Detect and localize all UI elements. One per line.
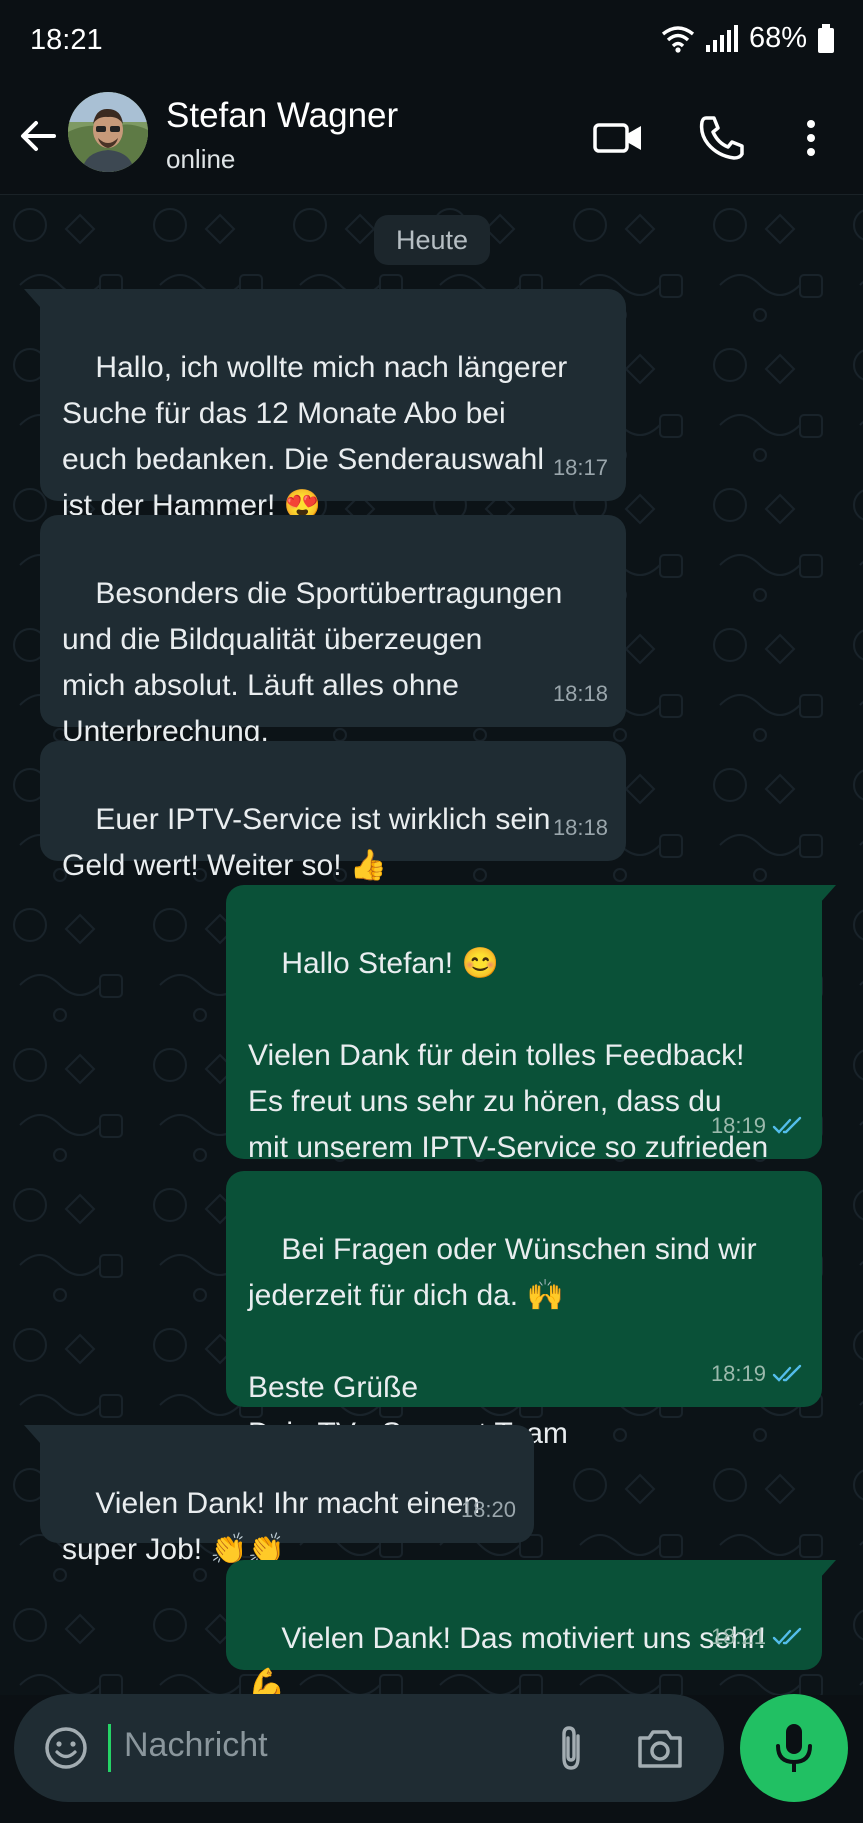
message-meta: 18:19 (711, 1351, 804, 1397)
double-check-icon (772, 1364, 802, 1382)
bubble-tail (820, 1560, 836, 1578)
double-check-icon (772, 1116, 802, 1134)
status-icons: 68% (661, 22, 835, 55)
text-cursor (108, 1724, 111, 1772)
double-check-icon (772, 1627, 802, 1645)
arrow-left-icon[interactable] (16, 114, 60, 158)
message-time: 18:17 (552, 455, 608, 480)
date-chip: Heute (374, 215, 490, 265)
message-incoming[interactable]: Besonders die Sportübertragungen und die… (40, 515, 626, 748)
message-outgoing[interactable]: Bei Fragen oder Wünschen sind wir jederz… (226, 1171, 822, 1450)
message-composer[interactable]: Nachricht (14, 1694, 724, 1802)
status-bar: 18:21 68% (0, 0, 863, 84)
phone-icon[interactable] (696, 112, 748, 164)
camera-icon[interactable] (634, 1724, 686, 1772)
message-meta: 18:20 (461, 1487, 516, 1533)
message-outgoing[interactable]: Hallo Stefan! 😊 Vielen Dank für dein tol… (226, 885, 822, 1210)
contact-name[interactable]: Stefan Wagner (166, 96, 398, 136)
battery-icon (818, 23, 834, 53)
message-text: Besonders die Sportübertragungen und die… (62, 577, 563, 748)
more-vertical-icon[interactable] (785, 112, 825, 164)
message-time: 18:18 (552, 681, 608, 706)
bubble-tail (24, 1425, 40, 1443)
microphone-icon (776, 1724, 812, 1772)
message-input[interactable]: Nachricht (124, 1726, 268, 1765)
message-meta: 18:17 (553, 445, 608, 491)
message-meta: 18:21 (711, 1614, 804, 1660)
contact-status: online (166, 144, 236, 174)
message-time: 18:19 (710, 1361, 766, 1386)
chat-area[interactable]: Heute Hallo, ich wollte mich nach länger… (0, 195, 863, 1695)
signal-icon (705, 24, 738, 52)
status-time: 18:21 (30, 24, 103, 56)
video-call-icon[interactable] (592, 112, 644, 164)
message-time: 18:20 (460, 1497, 516, 1522)
paperclip-icon[interactable] (548, 1722, 594, 1774)
bubble-tail (24, 289, 40, 307)
message-incoming[interactable]: Vielen Dank! Ihr macht einen super Job! … (40, 1425, 534, 1566)
wifi-icon (661, 25, 695, 53)
chat-header: Stefan Wagner online (0, 84, 863, 195)
message-incoming[interactable]: Euer IPTV-Service ist wirklich sein Geld… (40, 741, 626, 882)
message-meta: 18:19 (711, 1103, 804, 1149)
voice-message-button[interactable] (740, 1694, 848, 1802)
bubble-tail (820, 885, 836, 903)
message-text: Hallo, ich wollte mich nach längerer Suc… (62, 351, 568, 522)
message-meta: 18:18 (553, 805, 608, 851)
message-time: 18:21 (710, 1624, 766, 1649)
message-time: 18:19 (710, 1113, 766, 1138)
emoji-icon[interactable] (42, 1724, 90, 1772)
avatar[interactable] (68, 92, 148, 172)
message-meta: 18:18 (553, 671, 608, 717)
message-time: 18:18 (552, 815, 608, 840)
battery-percent: 68% (748, 22, 807, 54)
message-incoming[interactable]: Hallo, ich wollte mich nach längerer Suc… (40, 289, 626, 522)
message-outgoing[interactable]: Vielen Dank! Das motiviert uns sehr! 💪 1… (226, 1560, 822, 1695)
